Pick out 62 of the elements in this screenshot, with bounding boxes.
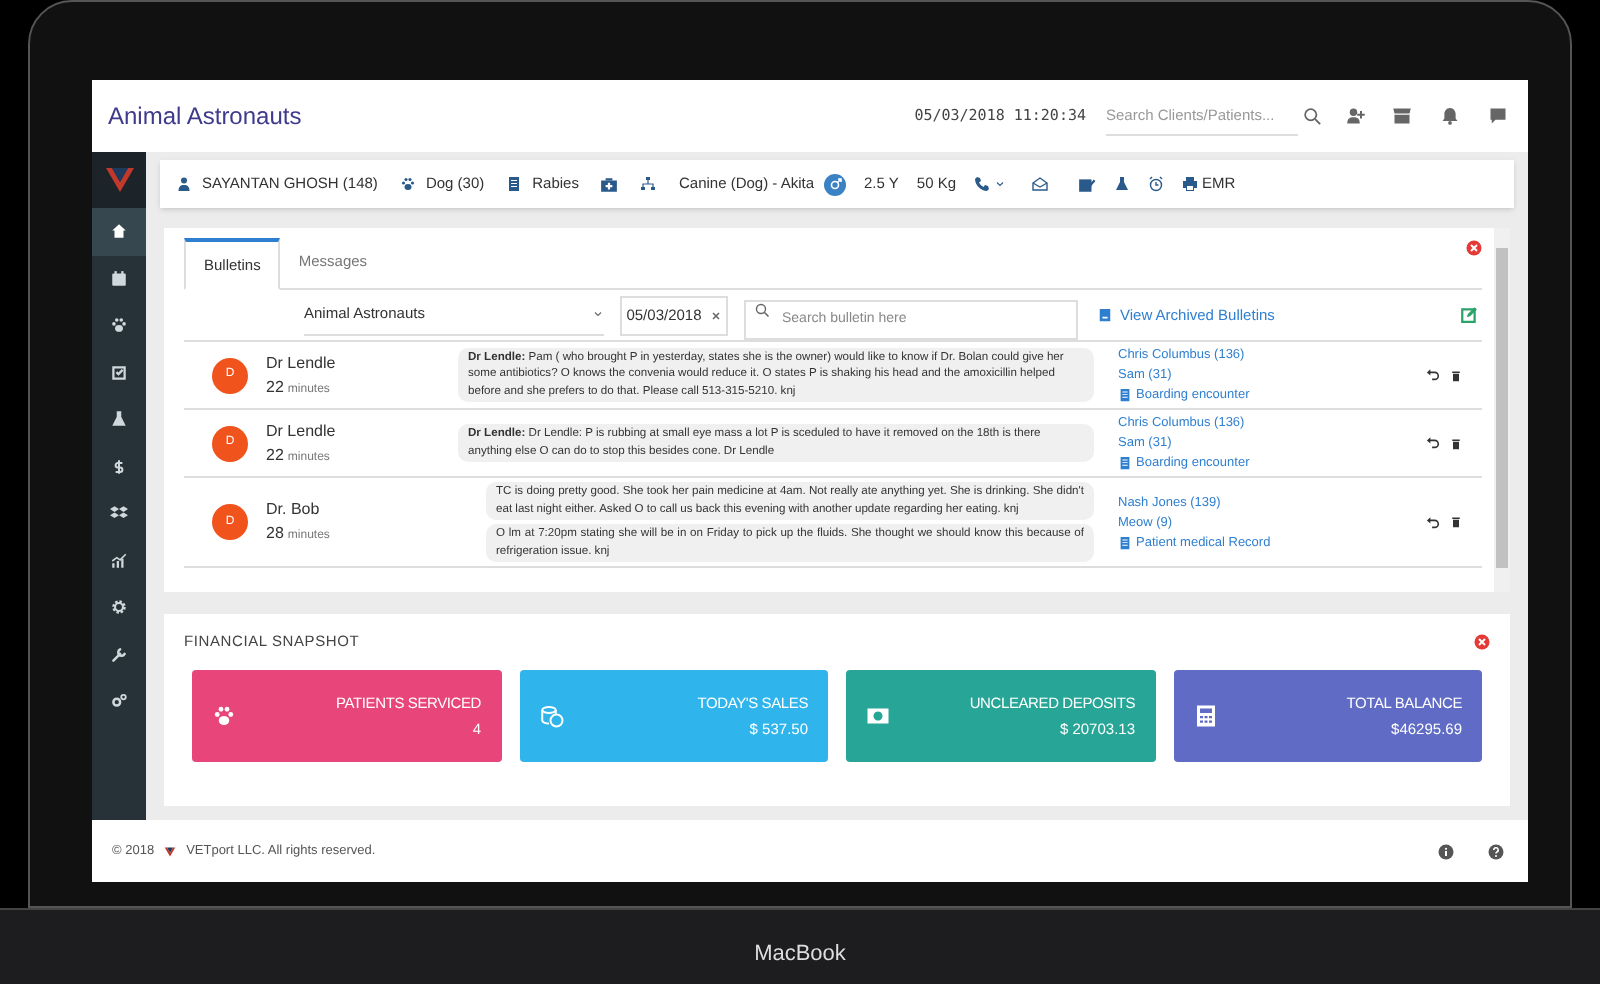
flask-icon[interactable] bbox=[1114, 176, 1131, 192]
author-name: Dr Lendle bbox=[266, 419, 338, 443]
flask-icon bbox=[110, 410, 128, 429]
document-icon bbox=[1118, 535, 1132, 549]
gears-icon bbox=[110, 692, 128, 711]
paw-icon bbox=[212, 704, 236, 729]
logo-icon bbox=[164, 845, 177, 857]
search-icon[interactable] bbox=[1302, 106, 1322, 126]
calendar-icon bbox=[110, 269, 128, 288]
close-icon[interactable] bbox=[1466, 240, 1482, 256]
phone-icon[interactable] bbox=[974, 176, 991, 192]
info-icon[interactable] bbox=[1438, 843, 1454, 859]
alarm-icon[interactable] bbox=[1148, 176, 1165, 192]
document-icon bbox=[1118, 456, 1132, 470]
close-icon[interactable] bbox=[1474, 633, 1490, 650]
chart-icon bbox=[110, 551, 128, 570]
sidebar-item[interactable] bbox=[92, 208, 146, 255]
elapsed-time: 22 bbox=[266, 443, 284, 467]
clear-icon[interactable] bbox=[709, 309, 722, 321]
scrollbar[interactable] bbox=[1494, 228, 1510, 592]
edit-icon[interactable] bbox=[1460, 306, 1478, 324]
note-icon[interactable] bbox=[1078, 175, 1097, 193]
archive-icon bbox=[1098, 308, 1112, 322]
logo-icon bbox=[101, 164, 137, 196]
delete-icon[interactable] bbox=[1450, 516, 1462, 528]
elapsed-time: 22 bbox=[266, 375, 284, 399]
elapsed-time: 28 bbox=[266, 522, 284, 546]
male-icon bbox=[824, 173, 847, 195]
coins-icon bbox=[539, 704, 563, 729]
notifications-icon[interactable] bbox=[1440, 106, 1460, 126]
chat-icon[interactable] bbox=[1488, 106, 1508, 126]
help-icon[interactable] bbox=[1488, 843, 1504, 859]
delete-icon[interactable] bbox=[1450, 437, 1462, 449]
checkbox-icon bbox=[110, 363, 128, 382]
settings-icon bbox=[110, 598, 128, 617]
wrench-icon bbox=[110, 645, 128, 664]
boxes-icon bbox=[110, 504, 128, 523]
search-icon bbox=[754, 302, 770, 319]
printer-icon[interactable] bbox=[1182, 176, 1199, 192]
undo-icon[interactable] bbox=[1426, 515, 1440, 529]
undo-icon[interactable] bbox=[1426, 368, 1440, 382]
user-icon bbox=[176, 176, 192, 192]
author-name: Dr Lendle bbox=[266, 351, 338, 375]
device-label: MacBook bbox=[754, 940, 846, 970]
sitemap-icon[interactable] bbox=[640, 176, 657, 192]
calculator-icon bbox=[1193, 704, 1217, 729]
dollar-icon bbox=[110, 457, 128, 476]
home-icon bbox=[110, 222, 128, 241]
caret-icon[interactable] bbox=[994, 178, 1007, 190]
medkit-icon[interactable] bbox=[600, 175, 619, 193]
paw-icon bbox=[399, 176, 416, 192]
envelope-icon[interactable] bbox=[1032, 176, 1049, 192]
document-icon bbox=[506, 176, 523, 192]
add-user-icon[interactable] bbox=[1346, 106, 1366, 126]
undo-icon[interactable] bbox=[1426, 436, 1440, 450]
paw-icon bbox=[110, 316, 128, 335]
money-icon bbox=[866, 704, 890, 729]
delete-icon[interactable] bbox=[1450, 369, 1462, 381]
author-name: Dr. Bob bbox=[266, 498, 322, 522]
app-title: Animal Astronauts bbox=[108, 100, 302, 134]
caret-icon bbox=[592, 308, 604, 320]
document-icon bbox=[1118, 388, 1132, 402]
